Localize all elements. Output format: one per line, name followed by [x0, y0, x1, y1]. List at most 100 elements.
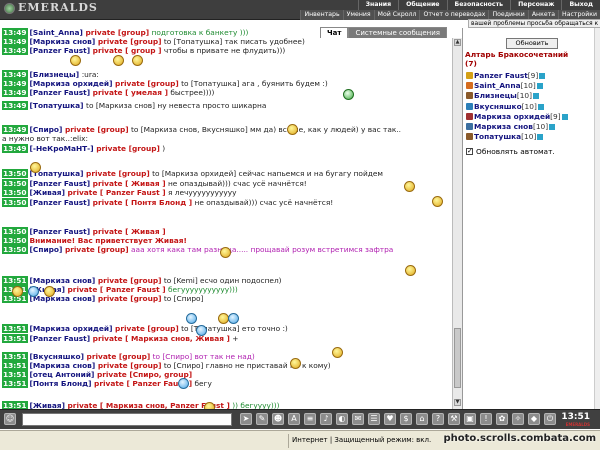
- user-name[interactable]: Близнецы: [474, 91, 517, 100]
- filter-icon[interactable]: ≡: [304, 413, 316, 425]
- message-timestamp[interactable]: 13:49: [2, 79, 28, 88]
- message-author[interactable]: [отец Антоний]: [30, 370, 97, 379]
- author-name[interactable]: Маркиза снов: [33, 294, 92, 303]
- tab-chat[interactable]: Чат: [320, 27, 349, 38]
- quest-icon[interactable]: !: [480, 413, 492, 425]
- author-name[interactable]: Топатушка: [33, 101, 80, 110]
- message-timestamp[interactable]: 13:49: [2, 125, 28, 134]
- chat-scrollbar[interactable]: ▲ ▼: [452, 38, 462, 409]
- author-name[interactable]: Маркиза орхидей: [33, 79, 109, 88]
- tab-system-messages[interactable]: Системные сообщения: [348, 27, 447, 38]
- power-icon[interactable]: ⏻: [544, 413, 556, 425]
- message-author[interactable]: [Живая]: [30, 401, 68, 409]
- scroll-thumb[interactable]: [454, 328, 461, 388]
- message-timestamp[interactable]: 13:49: [2, 37, 28, 46]
- chat-input[interactable]: [22, 413, 232, 426]
- user-name[interactable]: Маркиза орхидей: [474, 112, 550, 121]
- message-author[interactable]: [Топатушка]: [30, 101, 87, 110]
- private-recipients[interactable]: private [group]: [65, 125, 129, 134]
- refresh-button[interactable]: Обновить: [506, 38, 558, 49]
- log-icon[interactable]: ☰: [368, 413, 380, 425]
- map-icon[interactable]: ⌂: [416, 413, 428, 425]
- private-recipients[interactable]: private [group]: [115, 79, 179, 88]
- message-timestamp[interactable]: 13:50: [2, 198, 28, 207]
- help-icon[interactable]: ?: [432, 413, 444, 425]
- private-recipients[interactable]: private [ Живая ]: [93, 179, 166, 188]
- scroll-up-icon[interactable]: ▲: [454, 39, 461, 46]
- message-author[interactable]: [Маркиза орхидей]: [30, 324, 116, 333]
- online-user-item[interactable]: Маркиза орхидей[9]: [466, 112, 568, 122]
- user-name[interactable]: Топатушка: [474, 132, 521, 141]
- private-recipients[interactable]: private [group]: [98, 276, 162, 285]
- author-name[interactable]: Спиро: [33, 125, 59, 134]
- message-timestamp[interactable]: 13:49: [2, 88, 28, 97]
- online-user-item[interactable]: Saint_Anna[10]: [466, 81, 543, 91]
- author-name[interactable]: Panzer Faust: [33, 88, 87, 97]
- private-recipients[interactable]: private [ Живая ]: [93, 227, 166, 236]
- nav-communication[interactable]: Общение: [398, 0, 446, 10]
- message-author[interactable]: [Panzer Faust]: [30, 46, 93, 55]
- message-timestamp[interactable]: 13:51: [2, 379, 28, 388]
- trade-icon[interactable]: $: [400, 413, 412, 425]
- message-author[interactable]: [Panzer Faust]: [30, 88, 93, 97]
- message-timestamp[interactable]: 13:50: [2, 236, 28, 245]
- nav-security[interactable]: Безопасность: [446, 0, 511, 10]
- private-recipients[interactable]: private [group]: [98, 294, 162, 303]
- private-recipients[interactable]: private [group]: [85, 28, 149, 37]
- author-name[interactable]: Panzer Faust: [33, 179, 87, 188]
- emote-icon[interactable]: ☺: [4, 413, 16, 425]
- nav-my-scroll[interactable]: Мой Скролл: [373, 10, 420, 20]
- author-name[interactable]: Маркиза снов: [33, 37, 92, 46]
- online-user-item[interactable]: Топатушка[10]: [466, 132, 544, 142]
- author-name[interactable]: отец Антоний: [33, 370, 91, 379]
- message-timestamp[interactable]: 13:49: [2, 101, 28, 110]
- user-info-icon[interactable]: [536, 83, 543, 90]
- message-author[interactable]: [Маркиза снов]: [30, 361, 98, 370]
- author-name[interactable]: Близнецы: [33, 70, 76, 79]
- message-author[interactable]: [Маркиза снов]: [30, 276, 98, 285]
- author-name[interactable]: Живая: [33, 188, 62, 197]
- message-timestamp[interactable]: 13:51: [2, 324, 28, 333]
- message-timestamp[interactable]: 13:51: [2, 370, 28, 379]
- color-icon[interactable]: ◐: [336, 413, 348, 425]
- translit-icon[interactable]: A: [288, 413, 300, 425]
- nav-knowledge[interactable]: Знания: [357, 0, 398, 10]
- author-name[interactable]: Понтя Блонд: [33, 379, 88, 388]
- user-info-icon[interactable]: [537, 134, 544, 141]
- message-timestamp[interactable]: 13:50: [2, 179, 28, 188]
- tools-icon[interactable]: ⚒: [448, 413, 460, 425]
- private-recipients[interactable]: private [ Panzer Faust ]: [68, 285, 166, 294]
- private-recipients[interactable]: private [ Понтя Блонд ]: [93, 198, 192, 207]
- author-name[interactable]: Маркиза орхидей: [33, 324, 109, 333]
- private-icon[interactable]: ✉: [352, 413, 364, 425]
- private-recipients[interactable]: private [ group ]: [93, 46, 162, 55]
- user-info-icon[interactable]: [549, 124, 556, 130]
- sound-icon[interactable]: ♪: [320, 413, 332, 425]
- message-author[interactable]: [Panzer Faust]: [30, 198, 93, 207]
- private-recipients[interactable]: private [ Panzer Faust ]: [68, 188, 166, 197]
- author-name[interactable]: Живая: [33, 401, 62, 409]
- user-info-icon[interactable]: [539, 73, 546, 79]
- nav-skills[interactable]: Умения: [342, 10, 374, 20]
- private-recipients[interactable]: private [Спиро, group]: [97, 370, 192, 379]
- message-timestamp[interactable]: 13:49: [2, 144, 28, 153]
- auto-refresh-toggle[interactable]: Обновлять автомат.: [466, 146, 555, 157]
- user-info-icon[interactable]: [537, 103, 544, 110]
- private-recipients[interactable]: private [ Маркиза снов, Живая ]: [93, 334, 230, 343]
- author-name[interactable]: Panzer Faust: [33, 46, 87, 55]
- message-author[interactable]: [Близнецы]: [30, 70, 82, 79]
- message-author[interactable]: [Спиро]: [30, 125, 65, 134]
- sidebar-scrollbar[interactable]: [594, 28, 600, 409]
- private-recipients[interactable]: private [group]: [96, 144, 160, 153]
- user-info-icon[interactable]: [532, 93, 539, 100]
- message-author[interactable]: [Panzer Faust]: [30, 179, 93, 188]
- friends-icon[interactable]: ♥: [384, 413, 396, 425]
- author-name[interactable]: Маркиза снов: [33, 361, 92, 370]
- message-timestamp[interactable]: 13:50: [2, 169, 28, 178]
- author-name[interactable]: Panzer Faust: [33, 334, 87, 343]
- pet-icon[interactable]: ✿: [496, 413, 508, 425]
- message-author[interactable]: [Panzer Faust]: [30, 227, 93, 236]
- message-author[interactable]: [Маркиза снов]: [30, 37, 98, 46]
- nav-exit[interactable]: Выход: [561, 0, 600, 10]
- message-timestamp[interactable]: 13:50: [2, 245, 28, 254]
